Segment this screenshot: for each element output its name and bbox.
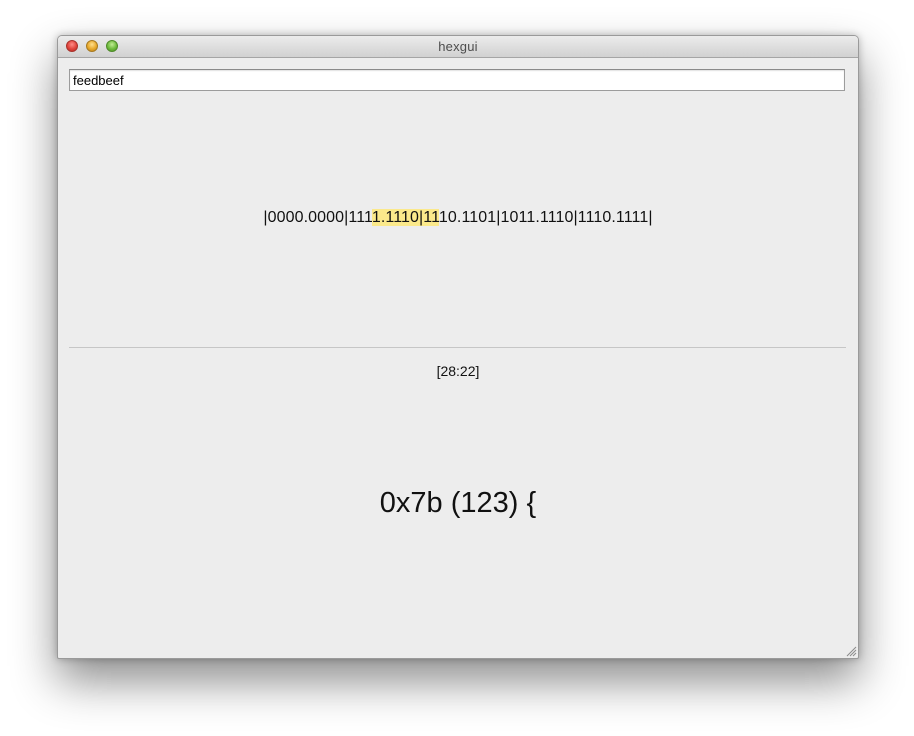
- bit-display: |0000.0000|1111.1110|1110.1101|1011.1110…: [58, 209, 858, 227]
- app-window: hexgui |0000.0000|1111.1110|1110.1101|10…: [57, 35, 859, 659]
- result-value: 0x7b (123) {: [379, 487, 537, 519]
- title-bar[interactable]: hexgui: [58, 36, 858, 58]
- resize-grip-icon[interactable]: [846, 646, 857, 657]
- window-title: hexgui: [438, 39, 478, 54]
- bit-segment-post: 10.1101|1011.1110|1110.1111|: [438, 209, 653, 226]
- selection-range: [28:22]: [436, 363, 480, 379]
- bit-segment-pre: |0000.0000|111: [263, 209, 372, 226]
- divider: [69, 347, 846, 348]
- hex-input[interactable]: [69, 69, 845, 91]
- bit-segment-highlighted: 1.1110|11: [371, 209, 439, 226]
